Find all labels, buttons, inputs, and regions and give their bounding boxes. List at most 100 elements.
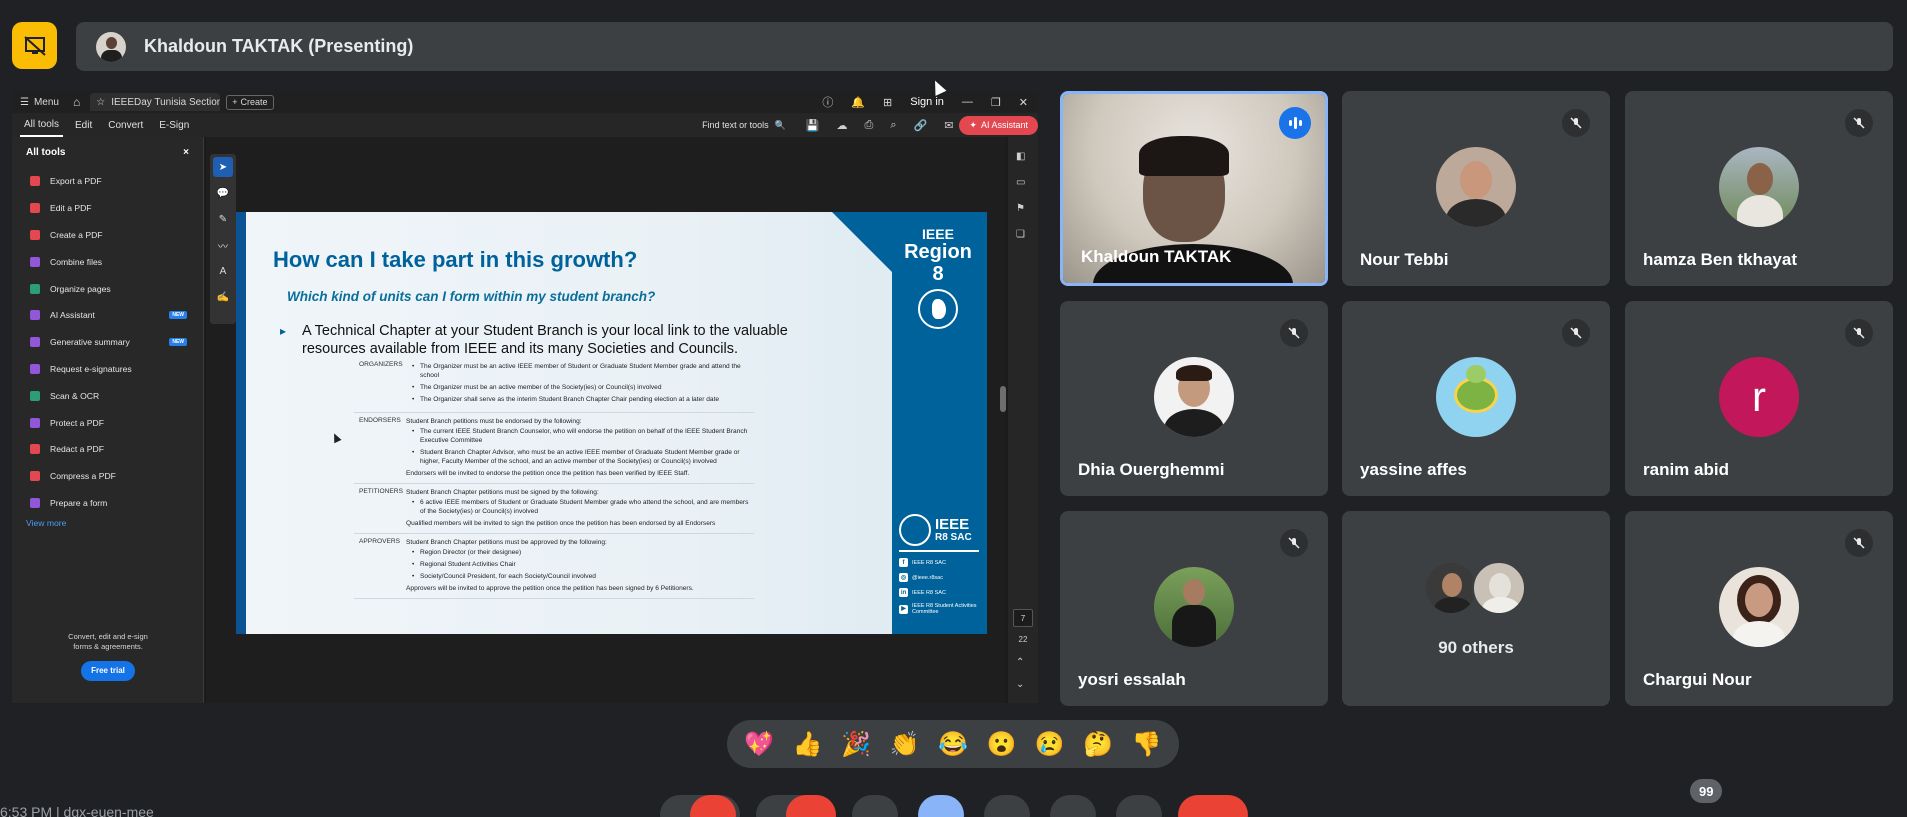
leave-call-button[interactable] (1178, 795, 1248, 817)
create-button[interactable]: + Create (226, 94, 274, 110)
tool-item[interactable]: Scan & OCR (12, 382, 203, 409)
tool-icon (30, 471, 40, 482)
hamburger-icon: ☰ (20, 96, 29, 108)
participant-name: hamza Ben tkhayat (1643, 250, 1797, 269)
comment-tool-icon[interactable]: 💬 (213, 183, 233, 203)
tool-item[interactable]: Redact a PDF (12, 436, 203, 463)
presenter-bar: Khaldoun TAKTAK (Presenting) (76, 22, 1893, 71)
tool-item[interactable]: Organize pages (12, 275, 203, 302)
acrobat-menu-button[interactable]: ☰ Menu (20, 97, 59, 108)
search-icon: 🔍 (774, 119, 786, 130)
tool-item[interactable]: Edit a PDF (12, 195, 203, 222)
document-tab[interactable]: ☆IEEEDay Tunisia Section...× (90, 93, 221, 111)
reaction-emoji[interactable]: 😂 (938, 730, 968, 759)
present-off-icon (23, 35, 46, 56)
sign-tool-icon[interactable]: ✍ (213, 287, 233, 307)
avatar (1154, 357, 1234, 437)
find-tools-search[interactable]: Find text or tools 🔍 (702, 120, 786, 131)
restore-icon[interactable]: ❐ (991, 96, 1001, 109)
ai-assistant-button[interactable]: ✦ AI Assistant (959, 115, 1038, 135)
menu-edit[interactable]: Edit (71, 113, 96, 137)
tool-item[interactable]: AI Assistant NEW (12, 302, 203, 329)
others-count: 90 others (1438, 638, 1514, 657)
tool-item[interactable]: Create a PDF (12, 222, 203, 249)
search-doc-icon[interactable]: ⌕ (890, 119, 896, 132)
present-button[interactable] (984, 795, 1030, 817)
avatar (1719, 567, 1799, 647)
minimize-icon[interactable]: — (962, 96, 973, 108)
emoji-button[interactable] (918, 795, 964, 817)
reaction-emoji[interactable]: 👍 (793, 730, 823, 759)
tool-item[interactable]: Request e-signatures (12, 356, 203, 383)
ieee-region8-logo: IEEE Region 8 (899, 227, 977, 329)
captions-button[interactable] (852, 795, 898, 817)
tool-item[interactable]: Compress a PDF (12, 463, 203, 490)
reaction-emoji[interactable]: 😮 (986, 730, 1016, 759)
reaction-emoji[interactable]: 👏 (890, 730, 920, 759)
participant-tile-dhia[interactable]: Dhia Ouerghemmi (1060, 301, 1328, 496)
participant-tile-nour-tebbi[interactable]: Nour Tebbi (1342, 91, 1610, 286)
participant-tile-chargui[interactable]: Chargui Nour (1625, 511, 1893, 706)
facebook-icon: f (899, 558, 908, 567)
participant-tile-yassine[interactable]: yassine affes (1342, 301, 1610, 496)
apps-icon[interactable]: ⊞ (883, 96, 892, 109)
sign-in-link[interactable]: Sign in (910, 96, 944, 108)
close-window-icon[interactable]: ✕ (1019, 96, 1028, 109)
stop-presenting-button[interactable] (12, 22, 57, 69)
highlight-tool-icon[interactable]: ✎ (213, 209, 233, 229)
speaking-indicator-icon (1279, 107, 1311, 139)
tool-item[interactable]: Prepare a form (12, 490, 203, 517)
draw-tool-icon[interactable]: 〰 (213, 235, 233, 255)
reaction-emoji[interactable]: 😢 (1035, 730, 1065, 759)
help-icon[interactable]: ⓘ (822, 94, 833, 110)
free-trial-button[interactable]: Free trial (81, 661, 135, 681)
reaction-emoji[interactable]: 💖 (744, 730, 774, 759)
row-key: APPROVERS (359, 538, 401, 545)
participant-tile-yosri[interactable]: yosri essalah (1060, 511, 1328, 706)
view-more-link[interactable]: View more (12, 518, 203, 528)
page-up-icon[interactable]: ⌃ (1016, 657, 1030, 669)
bell-icon[interactable]: 🔔 (851, 96, 865, 109)
menu-all-tools[interactable]: All tools (20, 113, 64, 137)
email-icon[interactable]: ✉ (944, 119, 953, 132)
upload-cloud-icon[interactable]: ☁ (837, 119, 848, 132)
more-options-button[interactable] (1116, 795, 1162, 817)
pages-icon[interactable]: ❏ (1016, 229, 1030, 241)
row-intro: Student Branch Chapter petitions must be… (406, 539, 607, 546)
comments-icon[interactable]: ▭ (1016, 177, 1030, 189)
row-intro: Student Branch Chapter petitions must be… (406, 489, 599, 496)
menu-esign[interactable]: E-Sign (155, 113, 193, 137)
reactions-bar: 💖 👍 🎉 👏 😂 😮 😢 🤔 👎 (727, 720, 1179, 768)
tool-item[interactable]: Protect a PDF (12, 409, 203, 436)
menu-convert[interactable]: Convert (104, 113, 147, 137)
slide-bullet: A Technical Chapter at your Student Bran… (280, 322, 840, 358)
page-down-icon[interactable]: ⌄ (1016, 679, 1030, 691)
tool-item[interactable]: Generative summary NEW (12, 329, 203, 356)
participant-tile-others[interactable]: 90 others (1342, 511, 1610, 706)
camera-off-button[interactable] (786, 795, 836, 817)
bookmarks-icon[interactable]: ⚑ (1016, 203, 1030, 215)
save-icon[interactable]: 💾 (806, 119, 820, 132)
home-icon[interactable]: ⌂ (73, 95, 80, 109)
table-row: ENDORSERS Student Branch petitions must b… (354, 413, 754, 484)
text-tool-icon[interactable]: A (213, 261, 233, 281)
mic-off-icon (1280, 529, 1308, 557)
print-icon[interactable]: ⎙ (865, 119, 874, 132)
participant-tile-khaldoun[interactable]: Khaldoun TAKTAK (1060, 91, 1328, 286)
current-page-input[interactable]: 7 (1013, 609, 1033, 627)
reaction-emoji[interactable]: 🤔 (1083, 730, 1113, 759)
document-scrollbar[interactable] (1000, 386, 1006, 412)
participant-tile-ranim[interactable]: r ranim abid (1625, 301, 1893, 496)
raise-hand-button[interactable] (1050, 795, 1096, 817)
reaction-emoji[interactable]: 🎉 (841, 730, 871, 759)
new-badge: NEW (169, 338, 187, 347)
reaction-emoji[interactable]: 👎 (1132, 730, 1162, 759)
ai-panel-icon[interactable]: ◧ (1016, 151, 1030, 163)
close-panel-icon[interactable]: × (183, 147, 189, 158)
tool-icon (30, 176, 40, 187)
select-tool-icon[interactable]: ➤ (213, 157, 233, 177)
tool-item[interactable]: Export a PDF (12, 168, 203, 195)
link-icon[interactable]: 🔗 (914, 119, 928, 132)
tool-item[interactable]: Combine files (12, 248, 203, 275)
participant-tile-hamza[interactable]: hamza Ben tkhayat (1625, 91, 1893, 286)
